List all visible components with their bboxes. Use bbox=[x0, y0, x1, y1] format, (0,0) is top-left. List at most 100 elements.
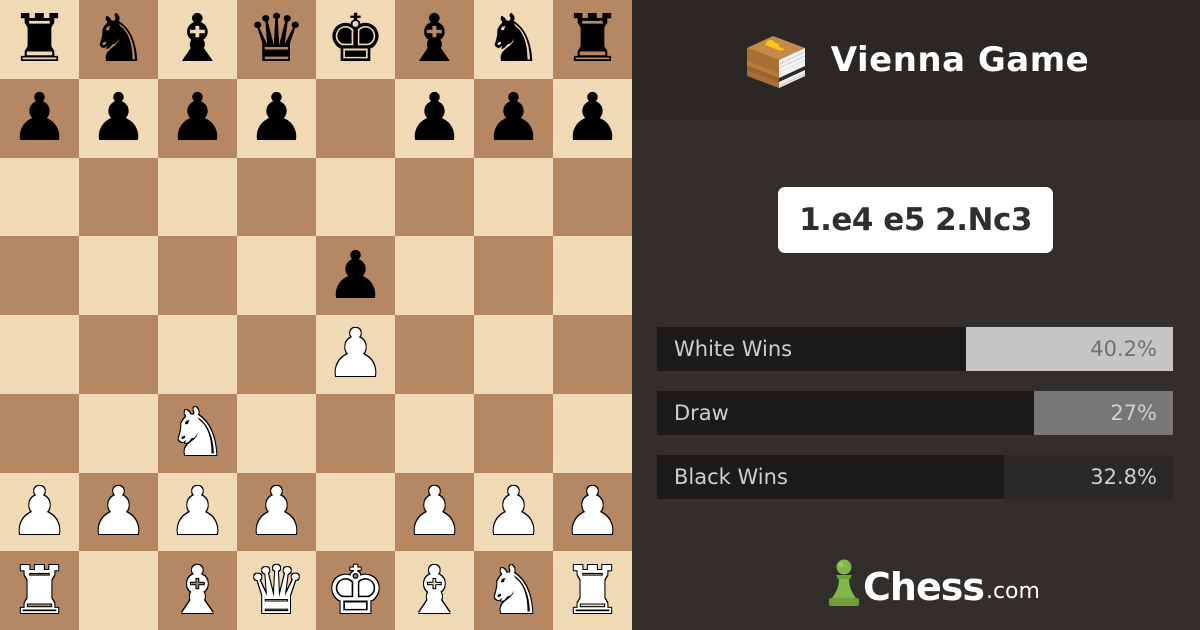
black-rook-icon[interactable]: ♜ bbox=[10, 6, 69, 72]
square-c7[interactable]: ♟ bbox=[158, 78, 237, 158]
white-pawn-icon[interactable]: ♟ bbox=[326, 321, 385, 387]
square-a7[interactable]: ♟ bbox=[0, 78, 79, 158]
black-queen-icon[interactable]: ♛ bbox=[247, 6, 306, 72]
square-g8[interactable]: ♞ bbox=[474, 0, 553, 79]
square-d5[interactable] bbox=[237, 236, 316, 315]
stat-value: 32.8% bbox=[1090, 465, 1157, 489]
black-knight-icon[interactable]: ♞ bbox=[89, 6, 148, 72]
white-pawn-icon[interactable]: ♟ bbox=[405, 478, 464, 545]
black-bishop-icon[interactable]: ♝ bbox=[405, 6, 464, 72]
square-e8[interactable]: ♚ bbox=[316, 0, 395, 79]
white-bishop-icon[interactable]: ♝ bbox=[168, 557, 227, 624]
square-d2[interactable]: ♟ bbox=[237, 472, 316, 552]
square-g1[interactable]: ♞ bbox=[474, 551, 553, 630]
square-h3[interactable] bbox=[553, 393, 632, 473]
square-a2[interactable]: ♟ bbox=[0, 472, 79, 552]
square-e4[interactable]: ♟ bbox=[316, 315, 395, 394]
square-h8[interactable]: ♜ bbox=[553, 0, 632, 79]
white-queen-icon[interactable]: ♛ bbox=[247, 557, 306, 624]
black-bishop-icon[interactable]: ♝ bbox=[168, 6, 227, 72]
black-king-icon[interactable]: ♚ bbox=[326, 6, 385, 72]
square-a5[interactable] bbox=[0, 236, 79, 315]
square-b4[interactable] bbox=[79, 315, 158, 394]
stat-row-draw: Draw 27% bbox=[657, 391, 1173, 435]
square-g3[interactable] bbox=[474, 393, 553, 473]
black-knight-icon[interactable]: ♞ bbox=[484, 6, 543, 72]
square-f2[interactable]: ♟ bbox=[395, 472, 474, 552]
square-d4[interactable] bbox=[237, 315, 316, 394]
black-pawn-icon[interactable]: ♟ bbox=[168, 85, 227, 151]
chess-com-logo[interactable]: Chess .com bbox=[827, 558, 1040, 608]
square-f3[interactable] bbox=[395, 393, 474, 473]
opening-moves-badge: 1.e4 e5 2.Nc3 bbox=[778, 187, 1053, 253]
square-h7[interactable]: ♟ bbox=[553, 78, 632, 158]
square-b6[interactable] bbox=[79, 157, 158, 237]
square-a8[interactable]: ♜ bbox=[0, 0, 79, 79]
square-b5[interactable] bbox=[79, 236, 158, 315]
square-c4[interactable] bbox=[158, 315, 237, 394]
square-f1[interactable]: ♝ bbox=[395, 551, 474, 630]
square-a4[interactable] bbox=[0, 315, 79, 394]
white-pawn-icon[interactable]: ♟ bbox=[484, 478, 543, 545]
square-g7[interactable]: ♟ bbox=[474, 78, 553, 158]
square-d8[interactable]: ♛ bbox=[237, 0, 316, 79]
square-f5[interactable] bbox=[395, 236, 474, 315]
square-f7[interactable]: ♟ bbox=[395, 78, 474, 158]
square-g2[interactable]: ♟ bbox=[474, 472, 553, 552]
white-pawn-icon[interactable]: ♟ bbox=[168, 478, 227, 545]
white-bishop-icon[interactable]: ♝ bbox=[405, 557, 464, 624]
white-pawn-icon[interactable]: ♟ bbox=[247, 478, 306, 545]
white-pawn-icon[interactable]: ♟ bbox=[10, 478, 69, 545]
square-f4[interactable] bbox=[395, 315, 474, 394]
white-pawn-icon[interactable]: ♟ bbox=[563, 478, 622, 545]
black-rook-icon[interactable]: ♜ bbox=[563, 6, 622, 72]
square-a3[interactable] bbox=[0, 393, 79, 473]
square-f8[interactable]: ♝ bbox=[395, 0, 474, 79]
square-h2[interactable]: ♟ bbox=[553, 472, 632, 552]
white-rook-icon[interactable]: ♜ bbox=[10, 557, 69, 624]
square-e5[interactable]: ♟ bbox=[316, 236, 395, 315]
black-pawn-icon[interactable]: ♟ bbox=[484, 85, 543, 151]
black-pawn-icon[interactable]: ♟ bbox=[247, 85, 306, 151]
black-pawn-icon[interactable]: ♟ bbox=[405, 85, 464, 151]
square-e3[interactable] bbox=[316, 393, 395, 473]
black-pawn-icon[interactable]: ♟ bbox=[10, 85, 69, 151]
white-knight-icon[interactable]: ♞ bbox=[168, 400, 227, 466]
square-g5[interactable] bbox=[474, 236, 553, 315]
black-pawn-icon[interactable]: ♟ bbox=[563, 85, 622, 151]
square-g6[interactable] bbox=[474, 157, 553, 237]
square-h1[interactable]: ♜ bbox=[553, 551, 632, 630]
square-c6[interactable] bbox=[158, 157, 237, 237]
black-pawn-icon[interactable]: ♟ bbox=[89, 85, 148, 151]
square-c3[interactable]: ♞ bbox=[158, 393, 237, 473]
square-e7[interactable] bbox=[316, 78, 395, 158]
square-d1[interactable]: ♛ bbox=[237, 551, 316, 630]
square-c5[interactable] bbox=[158, 236, 237, 315]
square-b3[interactable] bbox=[79, 393, 158, 473]
square-d7[interactable]: ♟ bbox=[237, 78, 316, 158]
square-c1[interactable]: ♝ bbox=[158, 551, 237, 630]
square-d3[interactable] bbox=[237, 393, 316, 473]
square-c8[interactable]: ♝ bbox=[158, 0, 237, 79]
square-d6[interactable] bbox=[237, 157, 316, 237]
square-b8[interactable]: ♞ bbox=[79, 0, 158, 79]
white-rook-icon[interactable]: ♜ bbox=[563, 557, 622, 624]
square-f6[interactable] bbox=[395, 157, 474, 237]
square-e1[interactable]: ♚ bbox=[316, 551, 395, 630]
white-pawn-icon[interactable]: ♟ bbox=[89, 478, 148, 545]
square-b2[interactable]: ♟ bbox=[79, 472, 158, 552]
square-h4[interactable] bbox=[553, 315, 632, 394]
square-e6[interactable] bbox=[316, 157, 395, 237]
square-c2[interactable]: ♟ bbox=[158, 472, 237, 552]
square-b1[interactable] bbox=[79, 551, 158, 630]
square-h6[interactable] bbox=[553, 157, 632, 237]
square-b7[interactable]: ♟ bbox=[79, 78, 158, 158]
square-g4[interactable] bbox=[474, 315, 553, 394]
square-h5[interactable] bbox=[553, 236, 632, 315]
white-knight-icon[interactable]: ♞ bbox=[484, 557, 543, 624]
square-a1[interactable]: ♜ bbox=[0, 551, 79, 630]
black-pawn-icon[interactable]: ♟ bbox=[326, 242, 385, 309]
square-e2[interactable] bbox=[316, 472, 395, 552]
square-a6[interactable] bbox=[0, 157, 79, 237]
white-king-icon[interactable]: ♚ bbox=[326, 557, 385, 624]
